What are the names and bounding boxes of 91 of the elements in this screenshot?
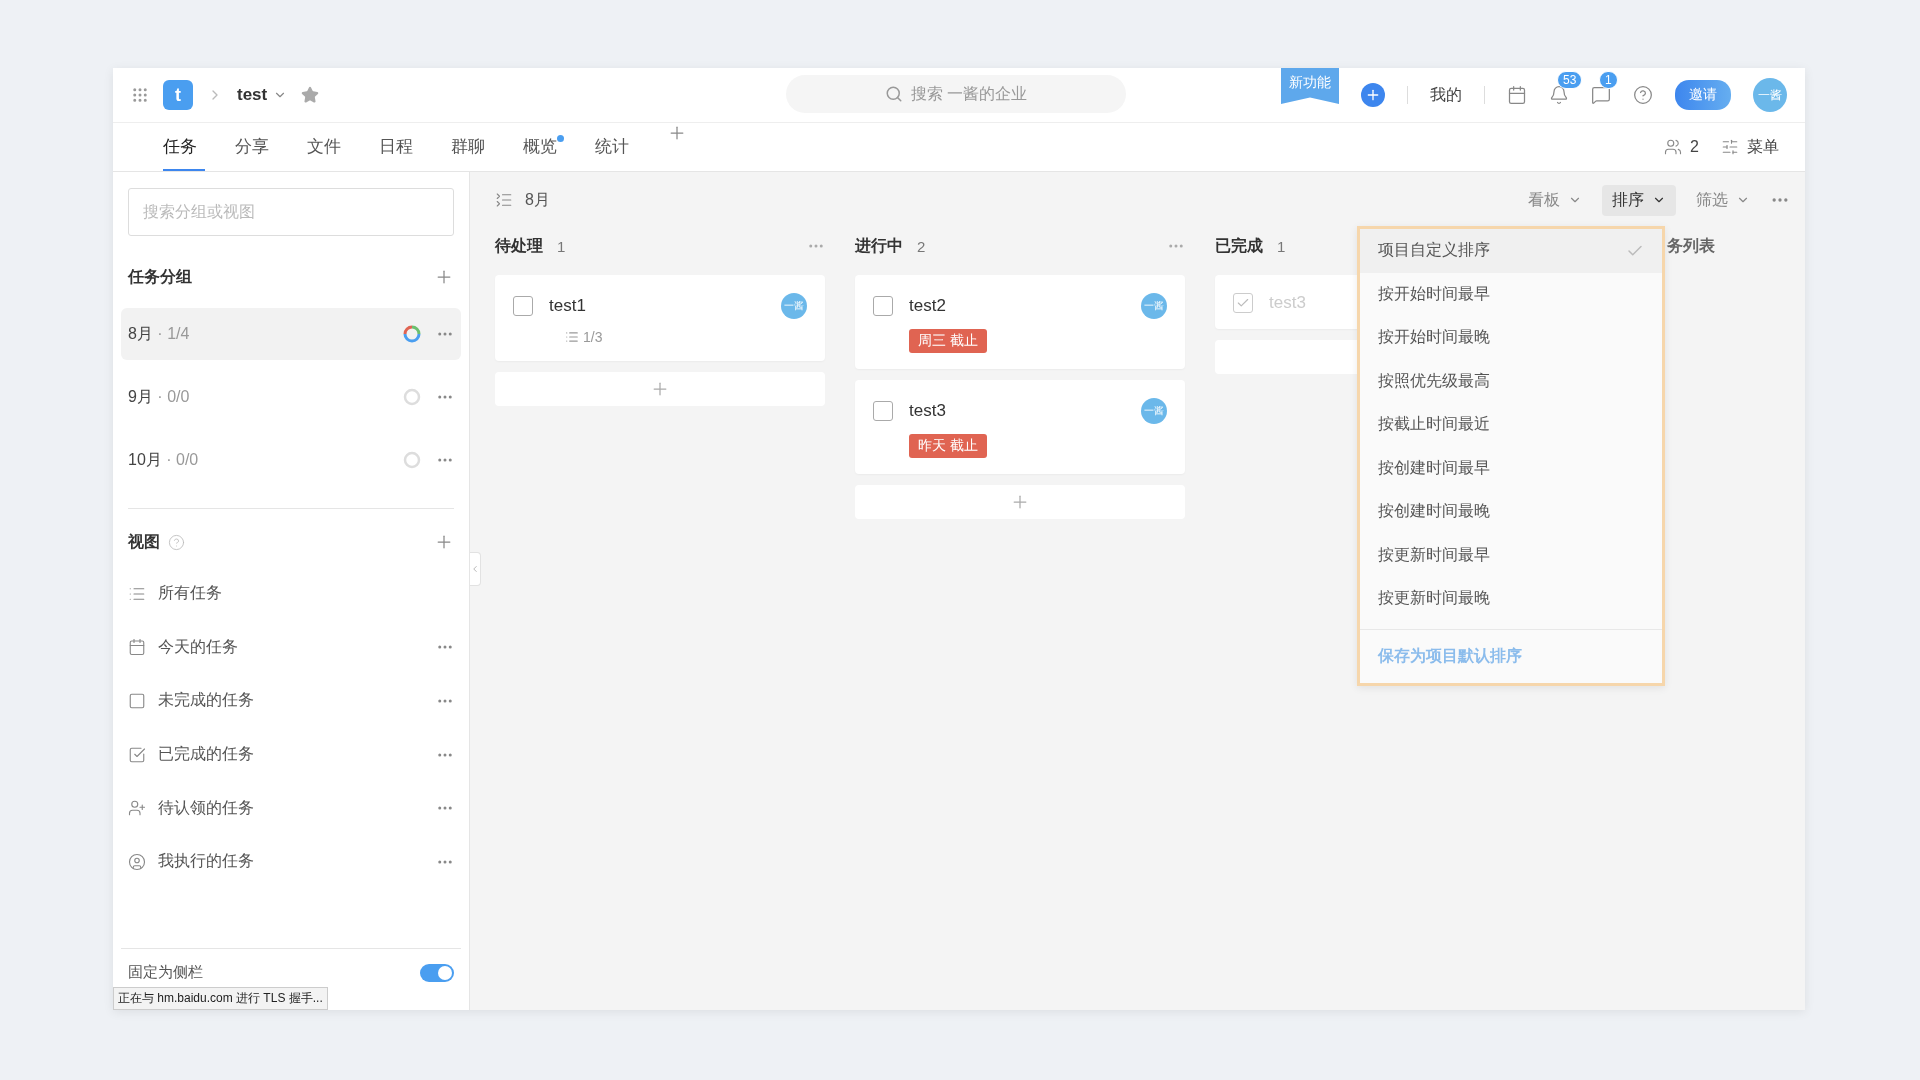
tab[interactable]: 日程 — [379, 123, 421, 171]
task-card[interactable]: test1 一酱 1/3 — [495, 275, 825, 361]
toolbar-dropdown[interactable]: 排序 — [1602, 184, 1676, 216]
mine-link[interactable]: 我的 — [1430, 84, 1462, 106]
pin-sidebar-label: 固定为侧栏 — [128, 963, 203, 982]
sort-option[interactable]: 按开始时间最晚 — [1360, 316, 1662, 360]
group-item[interactable]: 8月 · 1/4 — [121, 308, 461, 360]
tab[interactable]: 统计 — [595, 123, 637, 171]
collapse-handle[interactable] — [470, 552, 481, 586]
sort-option[interactable]: 按照优先级最高 — [1360, 359, 1662, 403]
view-item[interactable]: 今天的任务 — [121, 620, 461, 675]
task-checkbox[interactable] — [873, 296, 893, 316]
status-text: 正在与 hm.baidu.com 进行 TLS 握手... — [113, 987, 328, 1010]
task-title: test2 — [909, 296, 946, 316]
menu-button[interactable]: 菜单 — [1721, 136, 1779, 158]
assignee-avatar: 一酱 — [1141, 293, 1167, 319]
sort-option[interactable]: 按创建时间最晚 — [1360, 490, 1662, 534]
task-checkbox[interactable] — [873, 401, 893, 421]
task-card[interactable]: test2 一酱 周三 截止 — [855, 275, 1185, 369]
plus-icon — [1365, 87, 1381, 103]
project-switcher[interactable]: test — [237, 85, 288, 105]
column-title: 待处理 — [495, 235, 543, 256]
column-count: 2 — [917, 237, 926, 255]
group-label: 9月 · 0/0 — [128, 386, 190, 407]
add-button[interactable] — [1361, 83, 1385, 107]
due-tag: 周三 截止 — [909, 329, 987, 353]
star-icon[interactable] — [301, 86, 320, 104]
sliders-icon — [1721, 138, 1739, 156]
assignee-avatar: 一酱 — [1141, 398, 1167, 424]
sort-option[interactable]: 按创建时间最早 — [1360, 446, 1662, 490]
empty-ring — [402, 450, 422, 470]
group-title: 8月 — [525, 189, 550, 210]
list-icon — [565, 330, 579, 344]
checkbox-icon — [128, 692, 146, 710]
view-item[interactable]: 所有任务 — [121, 567, 461, 621]
progress-ring — [402, 324, 422, 344]
group-search-field[interactable]: 搜索分组或视图 — [128, 188, 454, 236]
sort-option[interactable]: 按更新时间最晚 — [1360, 577, 1662, 621]
task-title: test3 — [909, 401, 946, 421]
help-icon — [1633, 85, 1653, 105]
tab[interactable]: 分享 — [235, 123, 277, 171]
group-label: 10月 · 0/0 — [128, 449, 199, 470]
section-title: 视图 — [128, 531, 160, 552]
chevron-left-icon — [470, 564, 480, 574]
user-circle-icon — [128, 852, 146, 871]
view-item[interactable]: 已完成的任务 — [121, 727, 461, 782]
group-label: 8月 · 1/4 — [128, 323, 190, 344]
sort-option[interactable]: 按更新时间最早 — [1360, 533, 1662, 577]
help-icon[interactable] — [168, 533, 185, 551]
check-icon — [1236, 296, 1250, 310]
task-card[interactable]: test3 一酱 昨天 截止 — [855, 380, 1185, 474]
assignee-avatar: 一酱 — [781, 293, 807, 319]
view-item[interactable]: 未完成的任务 — [121, 674, 461, 728]
calendar-icon — [128, 638, 146, 657]
sort-option[interactable]: 项目自定义排序 — [1360, 229, 1662, 273]
members-button[interactable]: 2 — [1664, 138, 1699, 156]
column-title: 务列表 — [1667, 235, 1715, 256]
calendar-icon — [1507, 85, 1527, 105]
column-title: 已完成 — [1215, 235, 1263, 256]
task-title: test1 — [549, 296, 586, 316]
view-item[interactable]: 我执行的任务 — [121, 834, 461, 889]
message-button[interactable] — [1591, 85, 1611, 105]
user-plus-icon — [128, 799, 146, 818]
help-button[interactable] — [1633, 85, 1653, 105]
chat-icon — [1591, 85, 1611, 105]
section-title: 任务分组 — [128, 266, 192, 287]
message-count: 1 — [1599, 71, 1618, 89]
collapse-list-icon[interactable] — [495, 191, 513, 209]
bell-icon — [1549, 85, 1569, 105]
notification-button[interactable] — [1549, 85, 1569, 105]
people-icon — [1664, 138, 1683, 156]
sort-option[interactable]: 按开始时间最早 — [1360, 272, 1662, 316]
tab[interactable]: 概览 — [523, 123, 565, 171]
column-title: 进行中 — [855, 235, 903, 256]
tab[interactable]: 文件 — [307, 123, 349, 171]
column-count: 1 — [1277, 237, 1286, 255]
checked-box-icon — [128, 745, 146, 764]
calendar-button[interactable] — [1507, 85, 1527, 105]
subtask-count: 1/3 — [565, 329, 603, 345]
search-icon — [884, 85, 903, 103]
tab[interactable]: 群聊 — [451, 123, 493, 171]
pin-toggle[interactable] — [420, 963, 454, 982]
notification-count: 53 — [1557, 71, 1583, 89]
sort-option[interactable]: 按截止时间最近 — [1360, 403, 1662, 447]
apps-grid-icon[interactable] — [131, 86, 149, 104]
empty-ring — [402, 387, 422, 407]
view-item[interactable]: 待认领的任务 — [121, 781, 461, 835]
task-checkbox[interactable] — [1233, 293, 1253, 313]
task-checkbox[interactable] — [513, 296, 533, 316]
due-tag: 昨天 截止 — [909, 434, 987, 458]
column-count: 1 — [557, 237, 566, 255]
